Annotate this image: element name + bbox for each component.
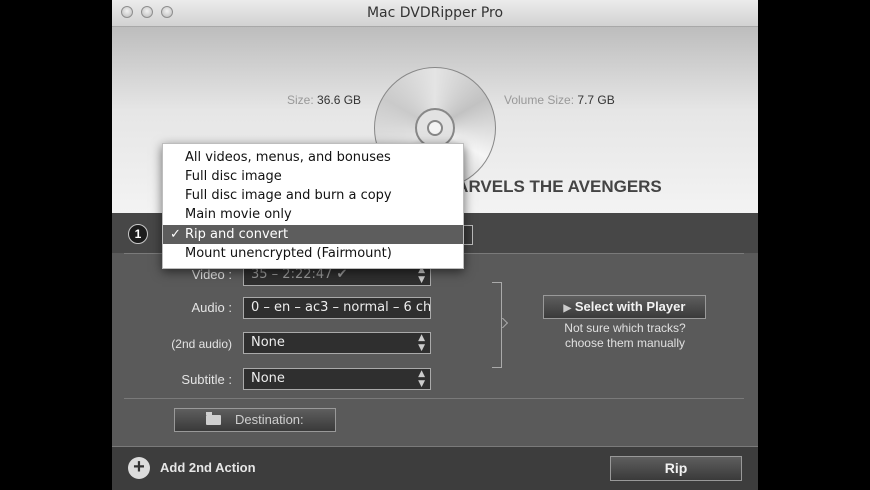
bracket-tip [501,318,509,328]
menu-item-label: Rip and convert [185,227,289,242]
menu-item-label: All videos, menus, and bonuses [185,150,391,165]
video-label: Video : [191,267,232,282]
step-number-badge: 1 [128,224,148,244]
menu-item-label: Main movie only [185,207,292,222]
stepper-icon: ▲ ▼ [418,333,425,353]
play-triangle-icon: ▶ [563,303,572,314]
window-title: Mac DVDRipper Pro [366,5,504,21]
volume-size-label: Volume Size: [504,93,575,107]
second-audio-select[interactable]: None ▲ ▼ [243,332,431,354]
player-hint-line1: Not sure which tracks? [564,321,686,335]
audio-label: Audio : [191,300,232,315]
disc-title: MARVELS THE AVENGERS [442,177,662,196]
stepper-icon: ▲ ▼ [418,369,425,389]
checkmark-icon: ✓ [170,227,181,242]
select-with-player-button[interactable]: ▶ Select with Player [543,295,706,319]
player-hint-line2: choose them manually [564,336,686,350]
disc-size-value: 36.6 GB [317,93,362,107]
menu-item-label: Mount unencrypted (Fairmount) [185,246,392,261]
destination-button[interactable]: Destination: [174,408,336,432]
add-action-plus-icon[interactable]: + [128,457,150,479]
rip-button[interactable]: Rip [610,456,742,481]
video-track-value: 35 – 2:22:47 ✔ [251,267,348,282]
volume-size-value: 7.7 GB [577,93,615,107]
menu-item-full-disc-image[interactable]: Full disc image [163,167,463,186]
add-2nd-action-button[interactable]: Add 2nd Action [160,460,256,475]
menu-item-main-movie[interactable]: Main movie only [163,205,463,224]
menu-item-label: Full disc image and burn a copy [185,188,392,203]
action-dropdown-menu: All videos, menus, and bonuses Full disc… [162,143,464,269]
subtitle-label: Subtitle : [181,372,232,387]
menu-item-mount-unencrypted[interactable]: Mount unencrypted (Fairmount) [163,244,463,263]
destination-label: Destination: [234,412,304,427]
second-audio-value: None [251,335,285,350]
disc-size-info: Size: 36.6 GB [287,93,361,107]
audio-track-value: 0 – en – ac3 – normal – 6 ch [251,300,431,315]
disc-size-label: Size: [287,93,314,107]
divider [124,398,744,399]
menu-item-full-disc-burn[interactable]: Full disc image and burn a copy [163,186,463,205]
audio-track-select[interactable]: 0 – en – ac3 – normal – 6 ch [243,297,431,319]
folder-icon [206,412,222,425]
menu-item-rip-and-convert[interactable]: ✓ Rip and convert [163,225,463,244]
second-audio-label: (2nd audio) [171,337,232,351]
menu-item-all-videos[interactable]: All videos, menus, and bonuses [163,148,463,167]
title-bar: Mac DVDRipper Pro [112,0,758,27]
menu-item-label: Full disc image [185,169,282,184]
subtitle-value: None [251,371,285,386]
subtitle-select[interactable]: None ▲ ▼ [243,368,431,390]
bottom-toolbar: + Add 2nd Action Rip [112,446,758,490]
volume-size-info: Volume Size: 7.7 GB [504,93,615,107]
select-with-player-label: Select with Player [574,299,686,314]
